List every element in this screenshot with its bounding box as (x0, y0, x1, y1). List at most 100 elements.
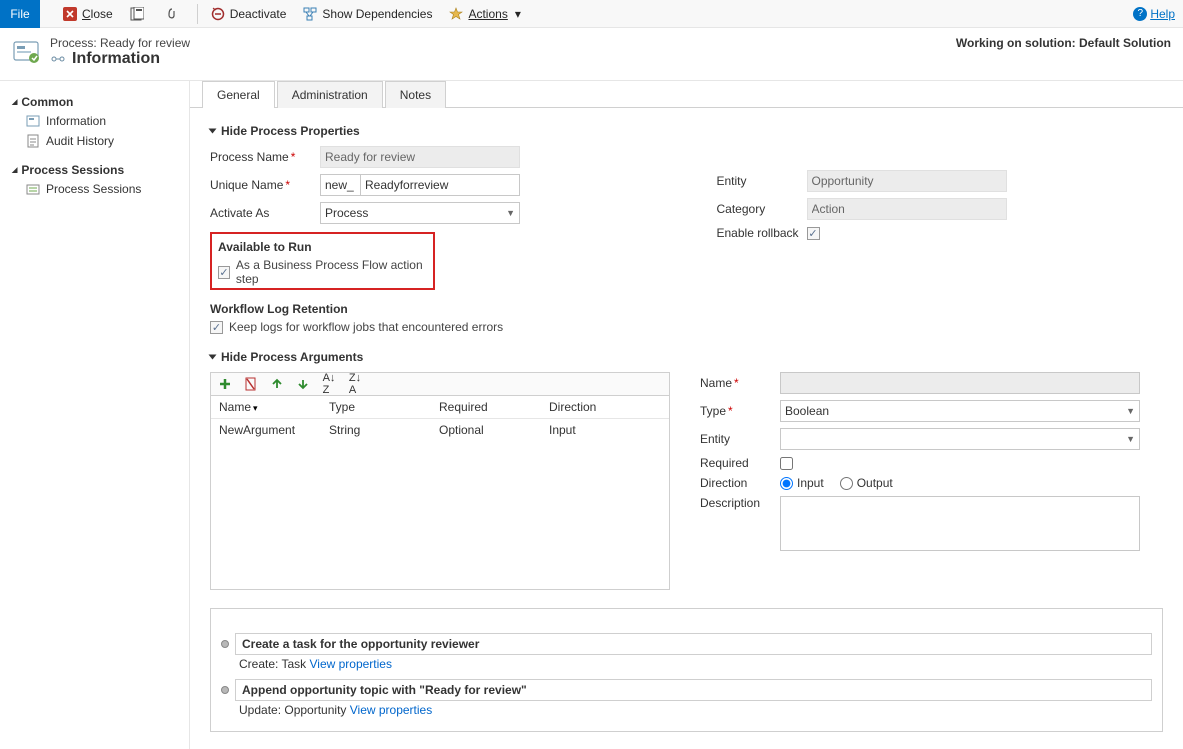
actions-menu[interactable]: Actions ▾ (440, 0, 537, 28)
arg-sort-asc-button[interactable]: A↓Z (321, 376, 337, 392)
file-menu[interactable]: File (0, 0, 40, 28)
close-label: Close (82, 7, 113, 21)
argdetail-name-input[interactable] (780, 372, 1140, 394)
attach-button[interactable] (157, 0, 193, 28)
tab-administration[interactable]: Administration (277, 81, 383, 108)
info-icon (26, 114, 40, 128)
args-row[interactable]: NewArgument String Optional Input (211, 419, 669, 441)
args-header-name[interactable]: Name▾ (219, 400, 329, 414)
left-nav: Common Information Audit History Process… (0, 81, 190, 749)
argdetail-name-label: Name* (700, 376, 780, 390)
process-small-icon (50, 51, 66, 67)
enable-rollback-label: Enable rollback (717, 226, 807, 240)
enable-rollback-checkbox[interactable] (807, 227, 820, 240)
available-to-run-box: Available to Run As a Business Process F… (210, 232, 435, 290)
arg-cell-name: NewArgument (219, 423, 329, 437)
step-view-props-link[interactable]: View properties (309, 657, 392, 671)
argdetail-required-checkbox[interactable] (780, 457, 793, 470)
arg-movedown-button[interactable] (295, 376, 311, 392)
arg-sort-desc-button[interactable]: Z↓A (347, 376, 363, 392)
argdetail-direction-output-radio[interactable]: Output (840, 476, 893, 490)
section-hide-args[interactable]: Hide Process Arguments (210, 350, 1163, 364)
close-icon (62, 6, 78, 22)
nav-group-process-sessions[interactable]: Process Sessions (0, 161, 189, 179)
show-dependencies-button[interactable]: Show Dependencies (294, 0, 440, 28)
arg-moveup-button[interactable] (269, 376, 285, 392)
unique-name-input[interactable]: Readyforreview (360, 174, 520, 196)
process-name-input[interactable] (320, 146, 520, 168)
step-title[interactable]: Append opportunity topic with "Ready for… (235, 679, 1152, 701)
arg-cell-direction: Input (549, 423, 659, 437)
unique-name-label: Unique Name* (210, 178, 320, 192)
bpf-checkbox[interactable] (218, 266, 230, 279)
tab-notes[interactable]: Notes (385, 81, 446, 108)
category-label: Category (717, 202, 807, 216)
argdetail-type-select[interactable]: Boolean▼ (780, 400, 1140, 422)
close-button[interactable]: Close (54, 0, 121, 28)
arg-add-button[interactable] (217, 376, 233, 392)
nav-item-audit-history[interactable]: Audit History (0, 131, 189, 151)
step-subtext: Update: Opportunity View properties (239, 703, 1152, 717)
argdetail-direction-label: Direction (700, 476, 780, 490)
step-title[interactable]: Create a task for the opportunity review… (235, 633, 1152, 655)
argdetail-required-label: Required (700, 456, 780, 470)
process-large-icon (12, 38, 44, 70)
step-row[interactable]: Create a task for the opportunity review… (221, 633, 1152, 655)
paperclip-icon (165, 6, 181, 22)
argdetail-direction-input-radio[interactable]: Input (780, 476, 824, 490)
arg-delete-button[interactable] (243, 376, 259, 392)
unique-name-prefix: new_ (320, 174, 360, 196)
solution-indicator: Working on solution: Default Solution (956, 36, 1171, 50)
toolbar-separator (197, 4, 198, 24)
sessions-icon (26, 182, 40, 196)
step-bullet-icon (221, 686, 229, 694)
deactivate-button[interactable]: Deactivate (202, 0, 295, 28)
available-to-run-heading: Available to Run (218, 240, 427, 254)
help-label: Help (1150, 7, 1175, 21)
bpf-checkbox-label: As a Business Process Flow action step (236, 258, 427, 286)
argdetail-type-label: Type* (700, 404, 780, 418)
deactivate-icon (210, 6, 226, 22)
arg-cell-type: String (329, 423, 439, 437)
argdetail-description-input[interactable] (780, 496, 1140, 551)
tab-strip: General Administration Notes (190, 81, 1183, 108)
activate-as-select[interactable]: Process▼ (320, 202, 520, 224)
argdetail-entity-label: Entity (700, 432, 780, 446)
steps-container: Create a task for the opportunity review… (210, 608, 1163, 732)
process-name-label: Process Name* (210, 150, 320, 164)
entity-input (807, 170, 1007, 192)
step-row[interactable]: Append opportunity topic with "Ready for… (221, 679, 1152, 701)
page-title: Information (72, 50, 160, 68)
breadcrumb: Process: Ready for review (50, 36, 956, 50)
step-subtext: Create: Task View properties (239, 657, 1152, 671)
entity-label: Entity (717, 174, 807, 188)
actions-label: Actions (468, 7, 507, 21)
saveas-button[interactable] (121, 0, 157, 28)
section-hide-props[interactable]: Hide Process Properties (210, 124, 1163, 138)
content-area: General Administration Notes Hide Proces… (190, 81, 1183, 749)
args-header-type[interactable]: Type (329, 400, 439, 414)
chevron-down-icon: ▼ (1126, 406, 1135, 416)
nav-item-process-sessions[interactable]: Process Sessions (0, 179, 189, 199)
help-link[interactable]: ? Help (1125, 7, 1183, 21)
tab-general[interactable]: General (202, 81, 275, 108)
nav-item-information[interactable]: Information (0, 111, 189, 131)
args-header-row: Name▾ Type Required Direction (211, 396, 669, 419)
deactivate-label: Deactivate (230, 7, 287, 21)
args-header-direction[interactable]: Direction (549, 400, 659, 414)
step-view-props-link[interactable]: View properties (350, 703, 433, 717)
keep-logs-checkbox[interactable] (210, 321, 223, 334)
argdetail-entity-select[interactable]: ▼ (780, 428, 1140, 450)
dependencies-icon (302, 6, 318, 22)
audit-icon (26, 134, 40, 148)
help-icon: ? (1133, 7, 1147, 21)
nav-group-common[interactable]: Common (0, 93, 189, 111)
args-grid: Name▾ Type Required Direction NewArgumen… (210, 396, 670, 590)
arg-cell-required: Optional (439, 423, 549, 437)
args-header-required[interactable]: Required (439, 400, 549, 414)
args-toolbar: A↓Z Z↓A (210, 372, 670, 396)
activate-as-label: Activate As (210, 206, 320, 220)
chevron-down-icon: ▼ (506, 208, 515, 218)
show-deps-label: Show Dependencies (322, 7, 432, 21)
chevron-down-icon: ▾ (510, 6, 526, 22)
